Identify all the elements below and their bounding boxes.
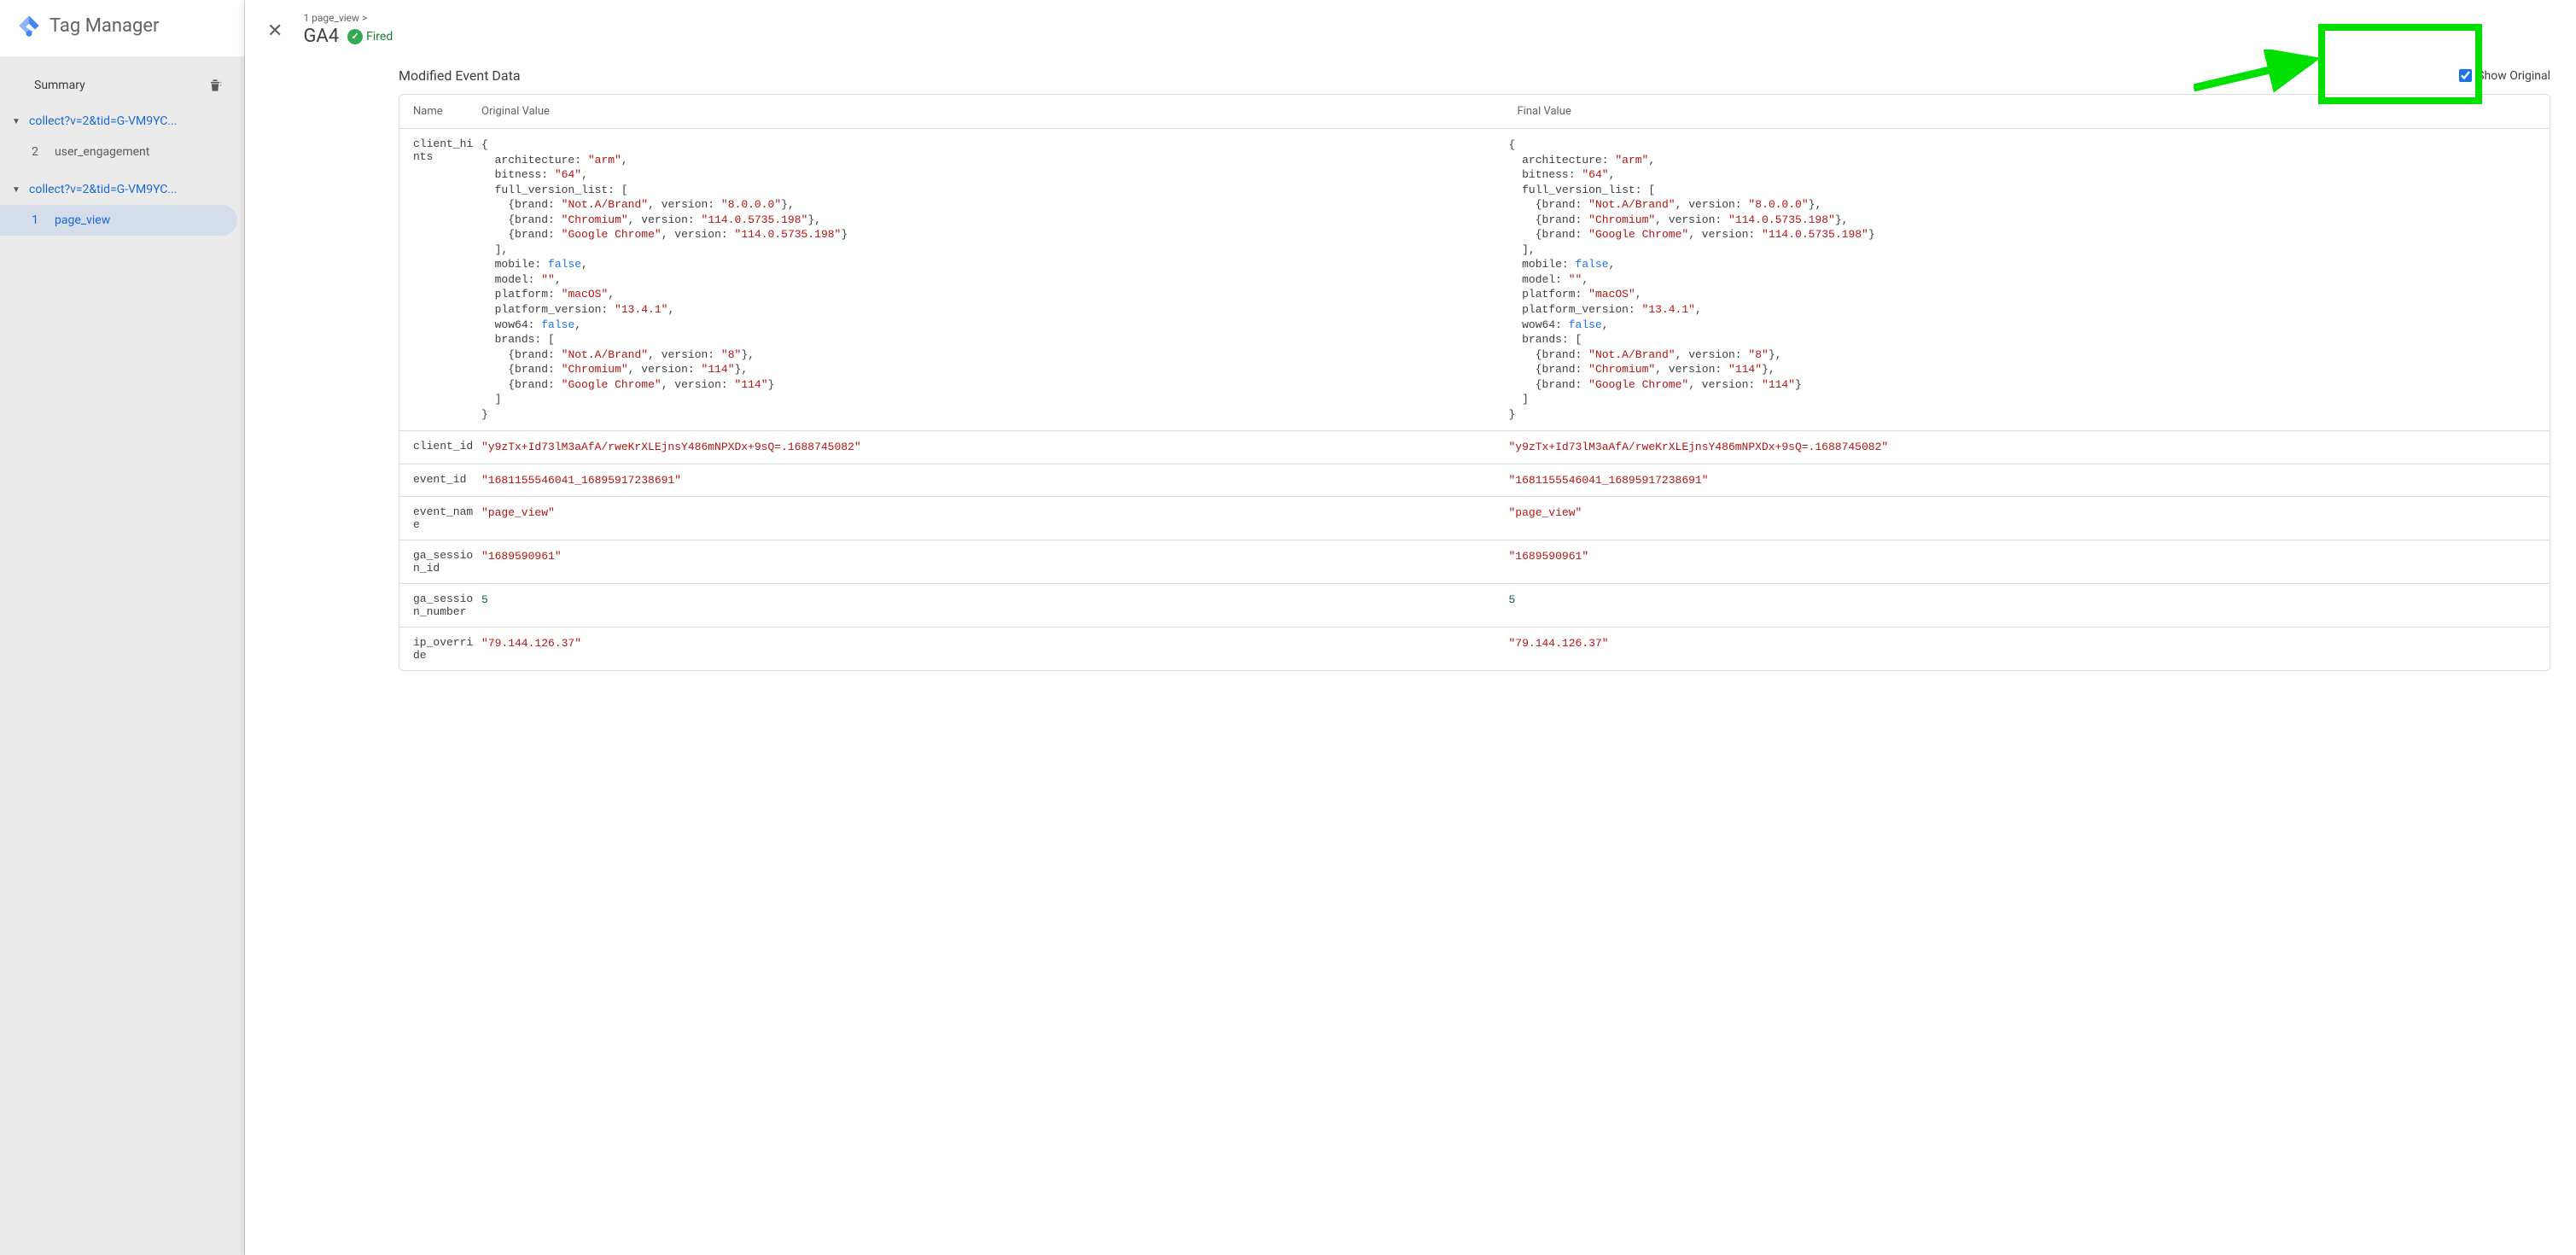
close-icon[interactable]: ✕ (262, 15, 288, 47)
row-name: ip_override (413, 636, 481, 662)
group-label: collect?v=2&tid=G-VM9YC... (29, 183, 177, 196)
tree-group-header[interactable]: ▼ collect?v=2&tid=G-VM9YC... (0, 174, 244, 205)
item-index: 1 (29, 213, 41, 227)
row-final-value: "79.144.126.37" (1509, 636, 2537, 662)
item-label: user_engagement (55, 145, 149, 159)
section-title: Modified Event Data (399, 67, 521, 84)
col-header-original: Original Value (481, 105, 1518, 118)
item-label: page_view (55, 213, 110, 227)
gtm-logo-icon (17, 14, 41, 38)
col-header-final: Final Value (1518, 105, 2537, 118)
row-name: ga_session_number (413, 592, 481, 618)
caret-down-icon: ▼ (12, 185, 22, 195)
row-final-value: "y9zTx+Id73lM3aAfA/rweKrXLEjnsY486mNPXDx… (1509, 440, 2537, 455)
row-name: event_name (413, 505, 481, 531)
row-final-value: "1689590961" (1509, 549, 2537, 575)
detail-overlay: ✕ 1 page_view > GA4 ✓ Fired Modified Eve… (245, 0, 2576, 1255)
row-original-value: "y9zTx+Id73lM3aAfA/rweKrXLEjnsY486mNPXDx… (481, 440, 1509, 455)
summary-label: Summary (34, 79, 85, 92)
tree-item[interactable]: 1 page_view (0, 205, 237, 236)
show-original-label: Show Original (2477, 69, 2550, 83)
table-row: event_id"1681155546041_16895917238691""1… (399, 464, 2550, 498)
row-name: client_id (413, 440, 481, 455)
row-name: ga_session_id (413, 549, 481, 575)
row-name: event_id (413, 473, 481, 488)
sidebar: Tag Manager Summary ▼ collect?v=2&tid=G-V… (0, 0, 245, 1255)
row-original-value: "page_view" (481, 505, 1509, 531)
row-original-value: 5 (481, 592, 1509, 618)
table-row: ga_session_number55 (399, 584, 2550, 628)
caret-down-icon: ▼ (12, 117, 22, 126)
row-name: client_hints (413, 137, 481, 422)
app-title: Tag Manager (50, 15, 159, 37)
show-original-toggle[interactable]: Show Original (2459, 69, 2550, 83)
status-text: Fired (366, 30, 393, 44)
row-original-value: "79.144.126.37" (481, 636, 1509, 662)
tag-name: GA4 (303, 26, 339, 47)
summary-item[interactable]: Summary (0, 68, 244, 102)
row-original-value: "1689590961" (481, 549, 1509, 575)
row-final-value: "1681155546041_16895917238691" (1509, 473, 2537, 488)
tree-group-header[interactable]: ▼ collect?v=2&tid=G-VM9YC... (0, 106, 244, 137)
tree-item[interactable]: 2 user_engagement (0, 137, 237, 167)
app-header: Tag Manager (0, 0, 244, 51)
table-row: client_hints{ architecture: "arm", bitne… (399, 129, 2550, 431)
row-original-value: "1681155546041_16895917238691" (481, 473, 1509, 488)
table-header: Name Original Value Final Value (399, 95, 2550, 129)
row-final-value: 5 (1509, 592, 2537, 618)
table-row: ip_override"79.144.126.37""79.144.126.37… (399, 628, 2550, 670)
row-original-value: { architecture: "arm", bitness: "64", fu… (481, 137, 1509, 422)
row-final-value: "page_view" (1509, 505, 2537, 531)
clear-icon[interactable] (207, 77, 224, 94)
row-final-value: { architecture: "arm", bitness: "64", fu… (1509, 137, 2537, 422)
item-index: 2 (29, 145, 41, 159)
group-label: collect?v=2&tid=G-VM9YC... (29, 114, 177, 128)
breadcrumb: 1 page_view > (303, 12, 393, 24)
show-original-checkbox[interactable] (2459, 69, 2472, 82)
event-data-table: Name Original Value Final Value client_h… (399, 94, 2550, 671)
check-icon: ✓ (347, 29, 363, 44)
table-row: ga_session_id"1689590961""1689590961" (399, 540, 2550, 584)
col-header-name: Name (413, 105, 481, 118)
table-row: client_id"y9zTx+Id73lM3aAfA/rweKrXLEjnsY… (399, 431, 2550, 464)
status-badge: ✓ Fired (347, 29, 393, 44)
table-row: event_name"page_view""page_view" (399, 497, 2550, 540)
